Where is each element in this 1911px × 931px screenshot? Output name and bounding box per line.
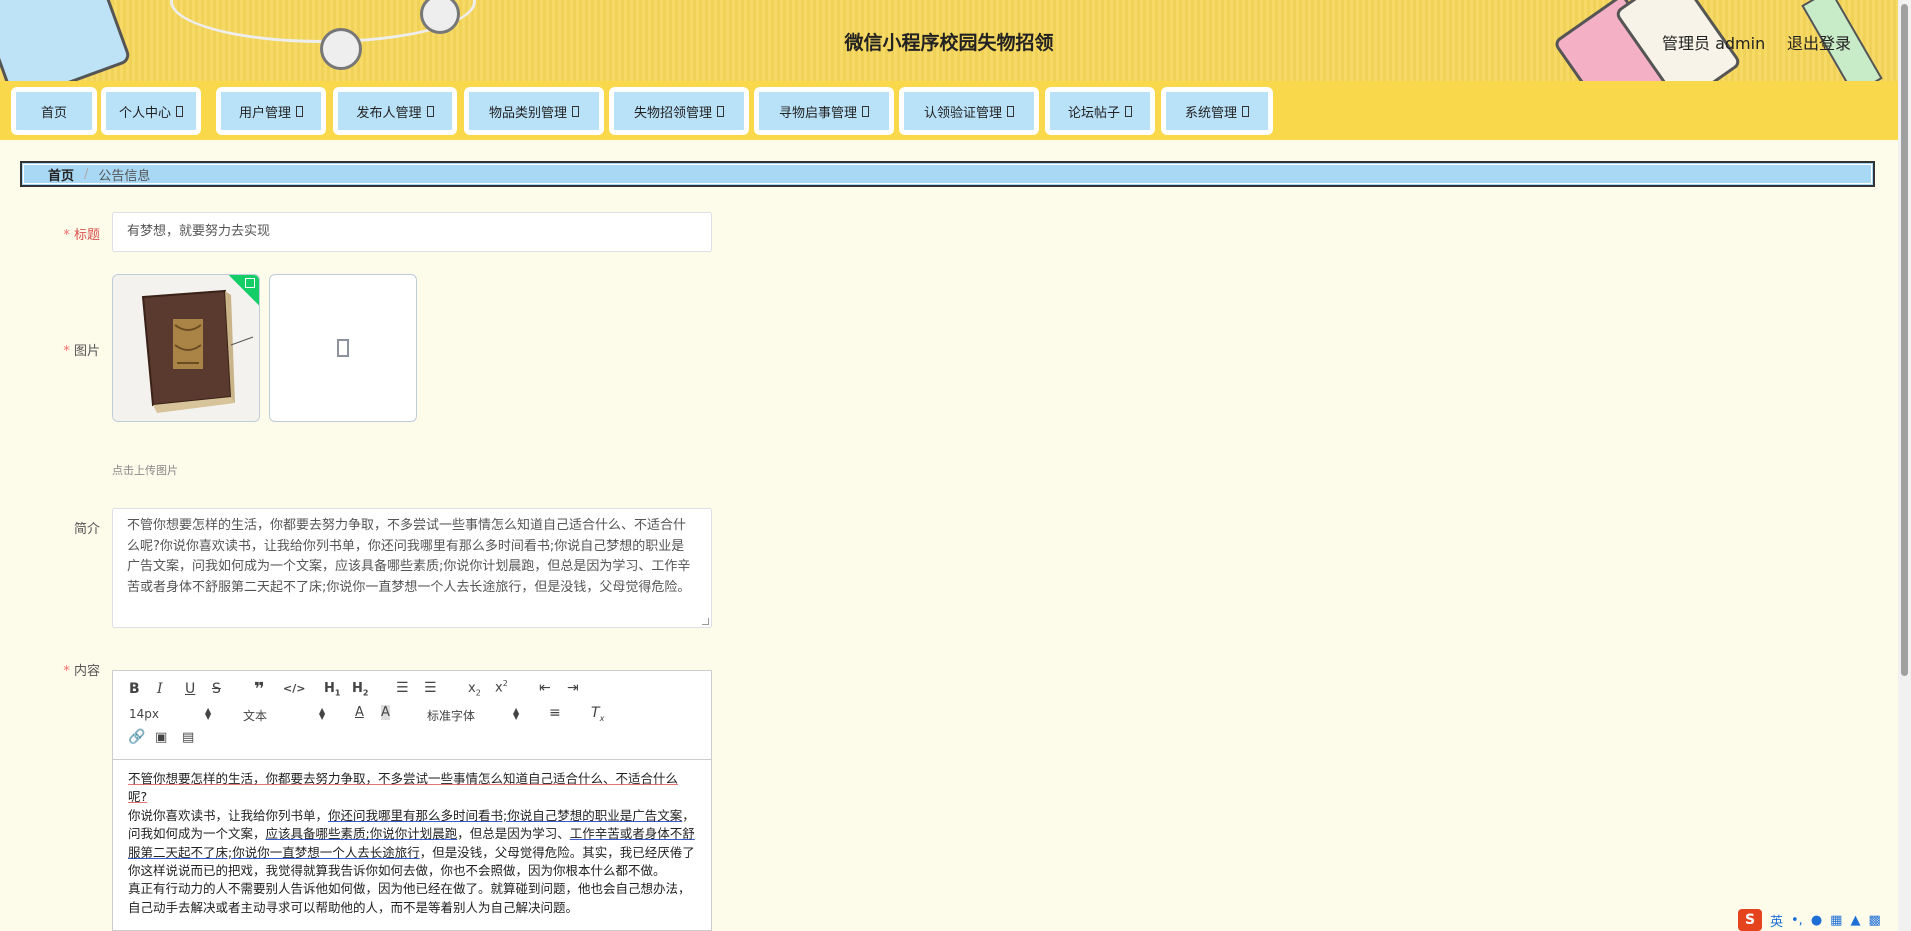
chevron-down-icon: [862, 105, 869, 117]
indent-icon[interactable]: ⇥: [567, 680, 579, 696]
nav-item-label: 寻物启事管理: [778, 105, 857, 121]
check-icon: [245, 278, 255, 288]
chevron-down-icon: [176, 105, 183, 117]
toolbox-icon[interactable]: ▩: [1868, 913, 1880, 928]
scrollbar-thumb[interactable]: [1901, 4, 1908, 676]
bullet-list-icon[interactable]: ☰: [424, 680, 437, 696]
image-icon[interactable]: ▣: [155, 730, 167, 745]
rich-text-editor: B I U S ❞ </> H1 H2 ☰ ☰ x2 x2 ⇤ ⇥ 14px ▲…: [112, 670, 712, 931]
italic-icon[interactable]: I: [157, 681, 163, 697]
link-icon[interactable]: 🔗: [128, 729, 145, 745]
select-arrows-icon: ▲ ▼: [513, 706, 520, 721]
content-label: * 内容: [63, 664, 100, 679]
bold-icon[interactable]: B: [129, 681, 140, 697]
clear-format-icon[interactable]: Tx: [591, 705, 604, 723]
skin-icon[interactable]: ▲: [1850, 913, 1860, 928]
ime-logo-icon[interactable]: S: [1738, 909, 1762, 931]
header: 微信小程序校园失物招领 管理员 admin 退出登录: [0, 0, 1898, 81]
image-label: * 图片: [63, 344, 100, 359]
nav-item-personal-center[interactable]: 个人中心: [101, 87, 201, 135]
nav-item-lost-notice-management[interactable]: 寻物启事管理: [754, 87, 894, 135]
nav-item-system-management[interactable]: 系统管理: [1161, 87, 1273, 135]
intro-textarea[interactable]: 不管你想要怎样的生活，你都要去努力争取，不多尝试一些事情怎么知道自己适合什么、不…: [112, 508, 712, 628]
select-arrows-icon: ▲ ▼: [205, 706, 212, 721]
chevron-down-icon: [296, 105, 303, 117]
nav-item-label: 发布人管理: [356, 105, 422, 121]
chevron-down-icon: [1125, 105, 1132, 117]
nav-item-label: 失物招领管理: [633, 105, 712, 121]
page-scrollbar[interactable]: [1898, 0, 1911, 931]
select-arrows-icon: ▲ ▼: [319, 706, 326, 721]
upload-hint: 点击上传图片: [112, 464, 178, 477]
nav-item-forum-posts[interactable]: 论坛帖子: [1045, 87, 1155, 135]
chevron-down-icon: [1007, 105, 1014, 117]
h1-icon[interactable]: H1: [324, 681, 340, 698]
font-family-select[interactable]: 标准字体: [427, 707, 475, 724]
required-mark: *: [63, 228, 70, 243]
image-upload-button[interactable]: [269, 274, 417, 422]
title-label: * 标题: [63, 228, 100, 243]
ime-language-toggle[interactable]: 英: [1770, 911, 1783, 930]
editor-content[interactable]: 不管你想要怎样的生活，你都要去努力争取，不多尝试一些事情怎么知道自己适合什么、不…: [113, 760, 711, 927]
editor-paragraph: 你说你喜欢读书，让我给你列书单，你还问我哪里有那么多时间看书;你说自己梦想的职业…: [128, 807, 695, 879]
block-format-select[interactable]: 文本: [243, 707, 267, 724]
book-image: [113, 275, 259, 421]
editor-toolbar: B I U S ❞ </> H1 H2 ☰ ☰ x2 x2 ⇤ ⇥ 14px ▲…: [113, 671, 711, 760]
blockquote-icon[interactable]: ❞: [254, 679, 265, 700]
font-color-icon[interactable]: A: [355, 705, 364, 720]
nav-item-label: 系统管理: [1184, 105, 1237, 121]
uploaded-image-thumbnail[interactable]: [112, 274, 260, 422]
font-size-select[interactable]: 14px: [129, 707, 159, 721]
chevron-down-icon: [1242, 105, 1249, 117]
intro-label: 简介: [73, 522, 100, 537]
nav-item-label: 首页: [40, 105, 67, 121]
logout-button[interactable]: 退出登录: [1787, 30, 1851, 54]
nav-item-lost-found-management[interactable]: 失物招领管理: [609, 87, 749, 135]
breadcrumb-separator: /: [84, 166, 89, 182]
resize-handle-icon[interactable]: [702, 618, 709, 625]
site-title: 微信小程序校园失物招领: [844, 32, 1054, 54]
outdent-icon[interactable]: ⇤: [539, 680, 551, 696]
ime-toolbar: S 英 •, ● ▦ ▲ ▩: [1738, 909, 1881, 931]
subscript-icon[interactable]: x2: [468, 681, 481, 698]
microphone-icon[interactable]: ●: [1811, 913, 1822, 928]
strike-icon[interactable]: S: [212, 681, 221, 697]
nav-item-user-management[interactable]: 用户管理: [216, 87, 326, 135]
underline-icon[interactable]: U: [185, 681, 195, 697]
editor-paragraph: 真正有行动力的人不需要别人告诉他如何做，因为他已经在做了。就算碰到问题，他也会自…: [128, 881, 691, 915]
nav-item-label: 论坛帖子: [1067, 105, 1120, 121]
required-mark: *: [63, 344, 70, 359]
superscript-icon[interactable]: x2: [495, 679, 508, 695]
chevron-down-icon: [572, 105, 579, 117]
chevron-down-icon: [717, 105, 724, 117]
breadcrumb: 首页 / 公告信息: [20, 161, 1875, 187]
breadcrumb-home[interactable]: 首页: [48, 165, 74, 184]
code-icon[interactable]: </>: [283, 682, 305, 695]
nav-item-label: 用户管理: [238, 105, 291, 121]
nav-item-label: 认领验证管理: [923, 105, 1002, 121]
title-input[interactable]: 有梦想，就要努力去实现: [112, 212, 712, 252]
admin-label: 管理员 admin: [1662, 34, 1766, 53]
punctuation-icon[interactable]: •,: [1791, 913, 1803, 928]
nav-item-category-management[interactable]: 物品类别管理: [464, 87, 604, 135]
breadcrumb-current: 公告信息: [98, 168, 151, 184]
nav-item-label: 个人中心: [118, 105, 171, 121]
background-color-icon[interactable]: A: [381, 705, 390, 720]
nav-item-home[interactable]: 首页: [11, 87, 97, 135]
nav-item-claim-verification-management[interactable]: 认领验证管理: [899, 87, 1039, 135]
chevron-down-icon: [426, 105, 434, 117]
required-mark: *: [63, 664, 70, 679]
ordered-list-icon[interactable]: ☰: [396, 680, 409, 696]
editor-paragraph: 不管你想要怎样的生活，你都要去努力争取，不多尝试一些事情怎么知道自己适合什么、不…: [128, 771, 679, 805]
h2-icon[interactable]: H2: [352, 681, 368, 698]
video-icon[interactable]: ▤: [182, 730, 194, 745]
keyboard-icon[interactable]: ▦: [1830, 913, 1842, 928]
nav-item-label: 物品类别管理: [488, 105, 567, 121]
align-icon[interactable]: ≡: [549, 705, 561, 721]
nav-item-publisher-management[interactable]: 发布人管理: [333, 87, 457, 135]
plus-icon: [337, 339, 349, 357]
